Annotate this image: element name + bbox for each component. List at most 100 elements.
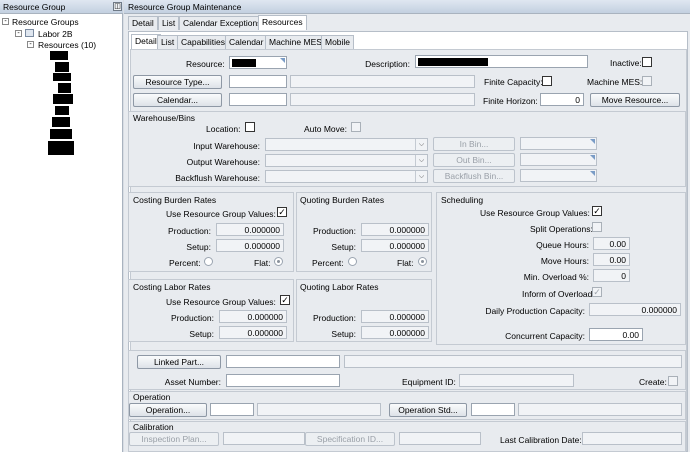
min-overload-label: Min. Overload %: — [523, 272, 589, 282]
output-warehouse-combo[interactable]: ⌵ — [265, 154, 428, 167]
operation-std-input[interactable] — [471, 403, 515, 416]
subtab-machine-mes[interactable]: Machine MES — [265, 35, 326, 49]
tab-calendar-exceptions[interactable]: Calendar Exceptions — [179, 16, 266, 30]
redacted-item — [55, 62, 69, 72]
resource-type-button[interactable]: Resource Type... — [133, 75, 222, 89]
subtab-capabilities[interactable]: Capabilities — [177, 35, 229, 49]
operation-std-button[interactable]: Operation Std... — [389, 403, 467, 417]
costing-labor-production-label: Production: — [171, 313, 214, 323]
out-bin-button[interactable]: Out Bin... — [433, 153, 515, 167]
description-input[interactable] — [415, 55, 588, 68]
tree-resources[interactable]: Resources (10) — [38, 40, 96, 50]
quoting-burden-flat-label: Flat: — [397, 258, 414, 268]
tree-group-labor-2b[interactable]: Labor 2B — [38, 29, 73, 39]
tab-resources[interactable]: Resources — [258, 15, 307, 30]
move-resource-button[interactable]: Move Resource... — [590, 93, 680, 107]
queue-hours-input[interactable]: 0.00 — [593, 237, 630, 250]
asset-number-input[interactable] — [226, 374, 340, 387]
in-bin-button[interactable]: In Bin... — [433, 137, 515, 151]
split-operations-checkbox[interactable] — [592, 222, 602, 232]
left-panel-title: Resource Group — [3, 2, 66, 12]
collapse-icon[interactable]: - — [15, 30, 22, 37]
equipment-id-label: Equipment ID: — [402, 377, 456, 387]
chevron-down-icon[interactable]: ⌵ — [415, 171, 427, 182]
resource-type-input[interactable] — [229, 75, 287, 88]
inspection-plan-input[interactable] — [223, 432, 305, 445]
machine-mes-checkbox[interactable] — [642, 76, 652, 86]
inspection-plan-button[interactable]: Inspection Plan... — [129, 432, 219, 446]
left-panel-header: Resource Group ◫ — [0, 0, 123, 14]
operation-title: Operation — [133, 392, 171, 402]
chevron-down-icon[interactable]: ⌵ — [415, 155, 427, 166]
specification-id-input[interactable] — [399, 432, 481, 445]
operation-description — [257, 403, 381, 416]
specification-id-button[interactable]: Specification ID... — [305, 432, 395, 446]
min-overload-input[interactable]: 0 — [593, 269, 630, 282]
quoting-burden-percent-radio[interactable] — [348, 257, 357, 266]
redacted-item — [53, 73, 71, 81]
costing-burden-production-input[interactable]: 0.000000 — [216, 223, 284, 236]
chevron-down-icon[interactable]: ⌵ — [415, 139, 427, 150]
create-checkbox[interactable] — [668, 376, 678, 386]
backflush-bin-input[interactable] — [520, 169, 597, 182]
calendar-button[interactable]: Calendar... — [133, 93, 222, 107]
costing-burden-use-group-checkbox[interactable]: ✓ — [277, 207, 287, 217]
scheduling-use-group-checkbox[interactable]: ✓ — [592, 206, 602, 216]
pin-icon[interactable]: ◫ — [113, 2, 122, 11]
costing-burden-production-label: Production: — [168, 226, 211, 236]
costing-burden-setup-label: Setup: — [186, 242, 211, 252]
finite-capacity-checkbox[interactable] — [542, 76, 552, 86]
operation-button[interactable]: Operation... — [129, 403, 207, 417]
tab-list[interactable]: List — [158, 16, 180, 30]
redacted-item — [48, 141, 74, 155]
quoting-burden-production-input[interactable]: 0.000000 — [361, 223, 429, 236]
quoting-labor-production-input[interactable]: 0.000000 — [361, 310, 429, 323]
linked-part-input[interactable] — [226, 355, 340, 368]
collapse-icon[interactable]: - — [27, 41, 34, 48]
tab-detail[interactable]: Detail — [128, 16, 158, 30]
last-calibration-label: Last Calibration Date: — [500, 435, 582, 445]
daily-capacity-input[interactable]: 0.000000 — [589, 303, 681, 316]
costing-burden-percent-radio[interactable] — [204, 257, 213, 266]
calendar-input[interactable] — [229, 93, 287, 106]
costing-burden-flat-radio[interactable] — [274, 257, 283, 266]
inform-overload-checkbox[interactable]: ✓ — [592, 287, 602, 297]
costing-labor-title: Costing Labor Rates — [133, 282, 211, 292]
subtab-mobile[interactable]: Mobile — [321, 35, 355, 49]
in-bin-input[interactable] — [520, 137, 597, 150]
linked-part-button[interactable]: Linked Part... — [137, 355, 221, 369]
concurrent-capacity-input[interactable]: 0.00 — [589, 328, 643, 341]
costing-labor-production-input[interactable]: 0.000000 — [219, 310, 287, 323]
collapse-icon[interactable]: - — [2, 18, 9, 25]
costing-burden-setup-input[interactable]: 0.000000 — [216, 239, 284, 252]
quoting-burden-flat-radio[interactable] — [418, 257, 427, 266]
quoting-labor-title: Quoting Labor Rates — [300, 282, 379, 292]
location-checkbox[interactable] — [245, 122, 255, 132]
out-bin-input[interactable] — [520, 153, 597, 166]
backflush-warehouse-combo[interactable]: ⌵ — [265, 170, 428, 183]
resource-input[interactable] — [229, 56, 287, 69]
redacted-item — [58, 83, 71, 93]
costing-labor-setup-input[interactable]: 0.000000 — [219, 326, 287, 339]
move-hours-input[interactable]: 0.00 — [593, 253, 630, 266]
quoting-labor-setup-input[interactable]: 0.000000 — [361, 326, 429, 339]
subtab-list[interactable]: List — [157, 35, 179, 49]
equipment-id-input[interactable] — [459, 374, 574, 387]
finite-horizon-input[interactable]: 0 — [540, 93, 584, 106]
quoting-burden-setup-input[interactable]: 0.000000 — [361, 239, 429, 252]
last-calibration-input[interactable] — [582, 432, 682, 445]
operation-input[interactable] — [210, 403, 254, 416]
location-label: Location: — [206, 124, 241, 134]
input-warehouse-combo[interactable]: ⌵ — [265, 138, 428, 151]
resource-type-description — [290, 75, 475, 88]
inactive-checkbox[interactable] — [642, 57, 652, 67]
costing-labor-use-group-checkbox[interactable]: ✓ — [280, 295, 290, 305]
redacted-value — [232, 59, 256, 67]
redacted-item — [50, 129, 72, 139]
daily-capacity-label: Daily Production Capacity: — [485, 306, 585, 316]
backflush-bin-button[interactable]: Backflush Bin... — [433, 169, 515, 183]
tree-root-resource-groups[interactable]: Resource Groups — [12, 17, 79, 27]
subtab-calendar[interactable]: Calendar — [225, 35, 268, 49]
auto-move-checkbox[interactable] — [351, 122, 361, 132]
quoting-burden-setup-label: Setup: — [331, 242, 356, 252]
